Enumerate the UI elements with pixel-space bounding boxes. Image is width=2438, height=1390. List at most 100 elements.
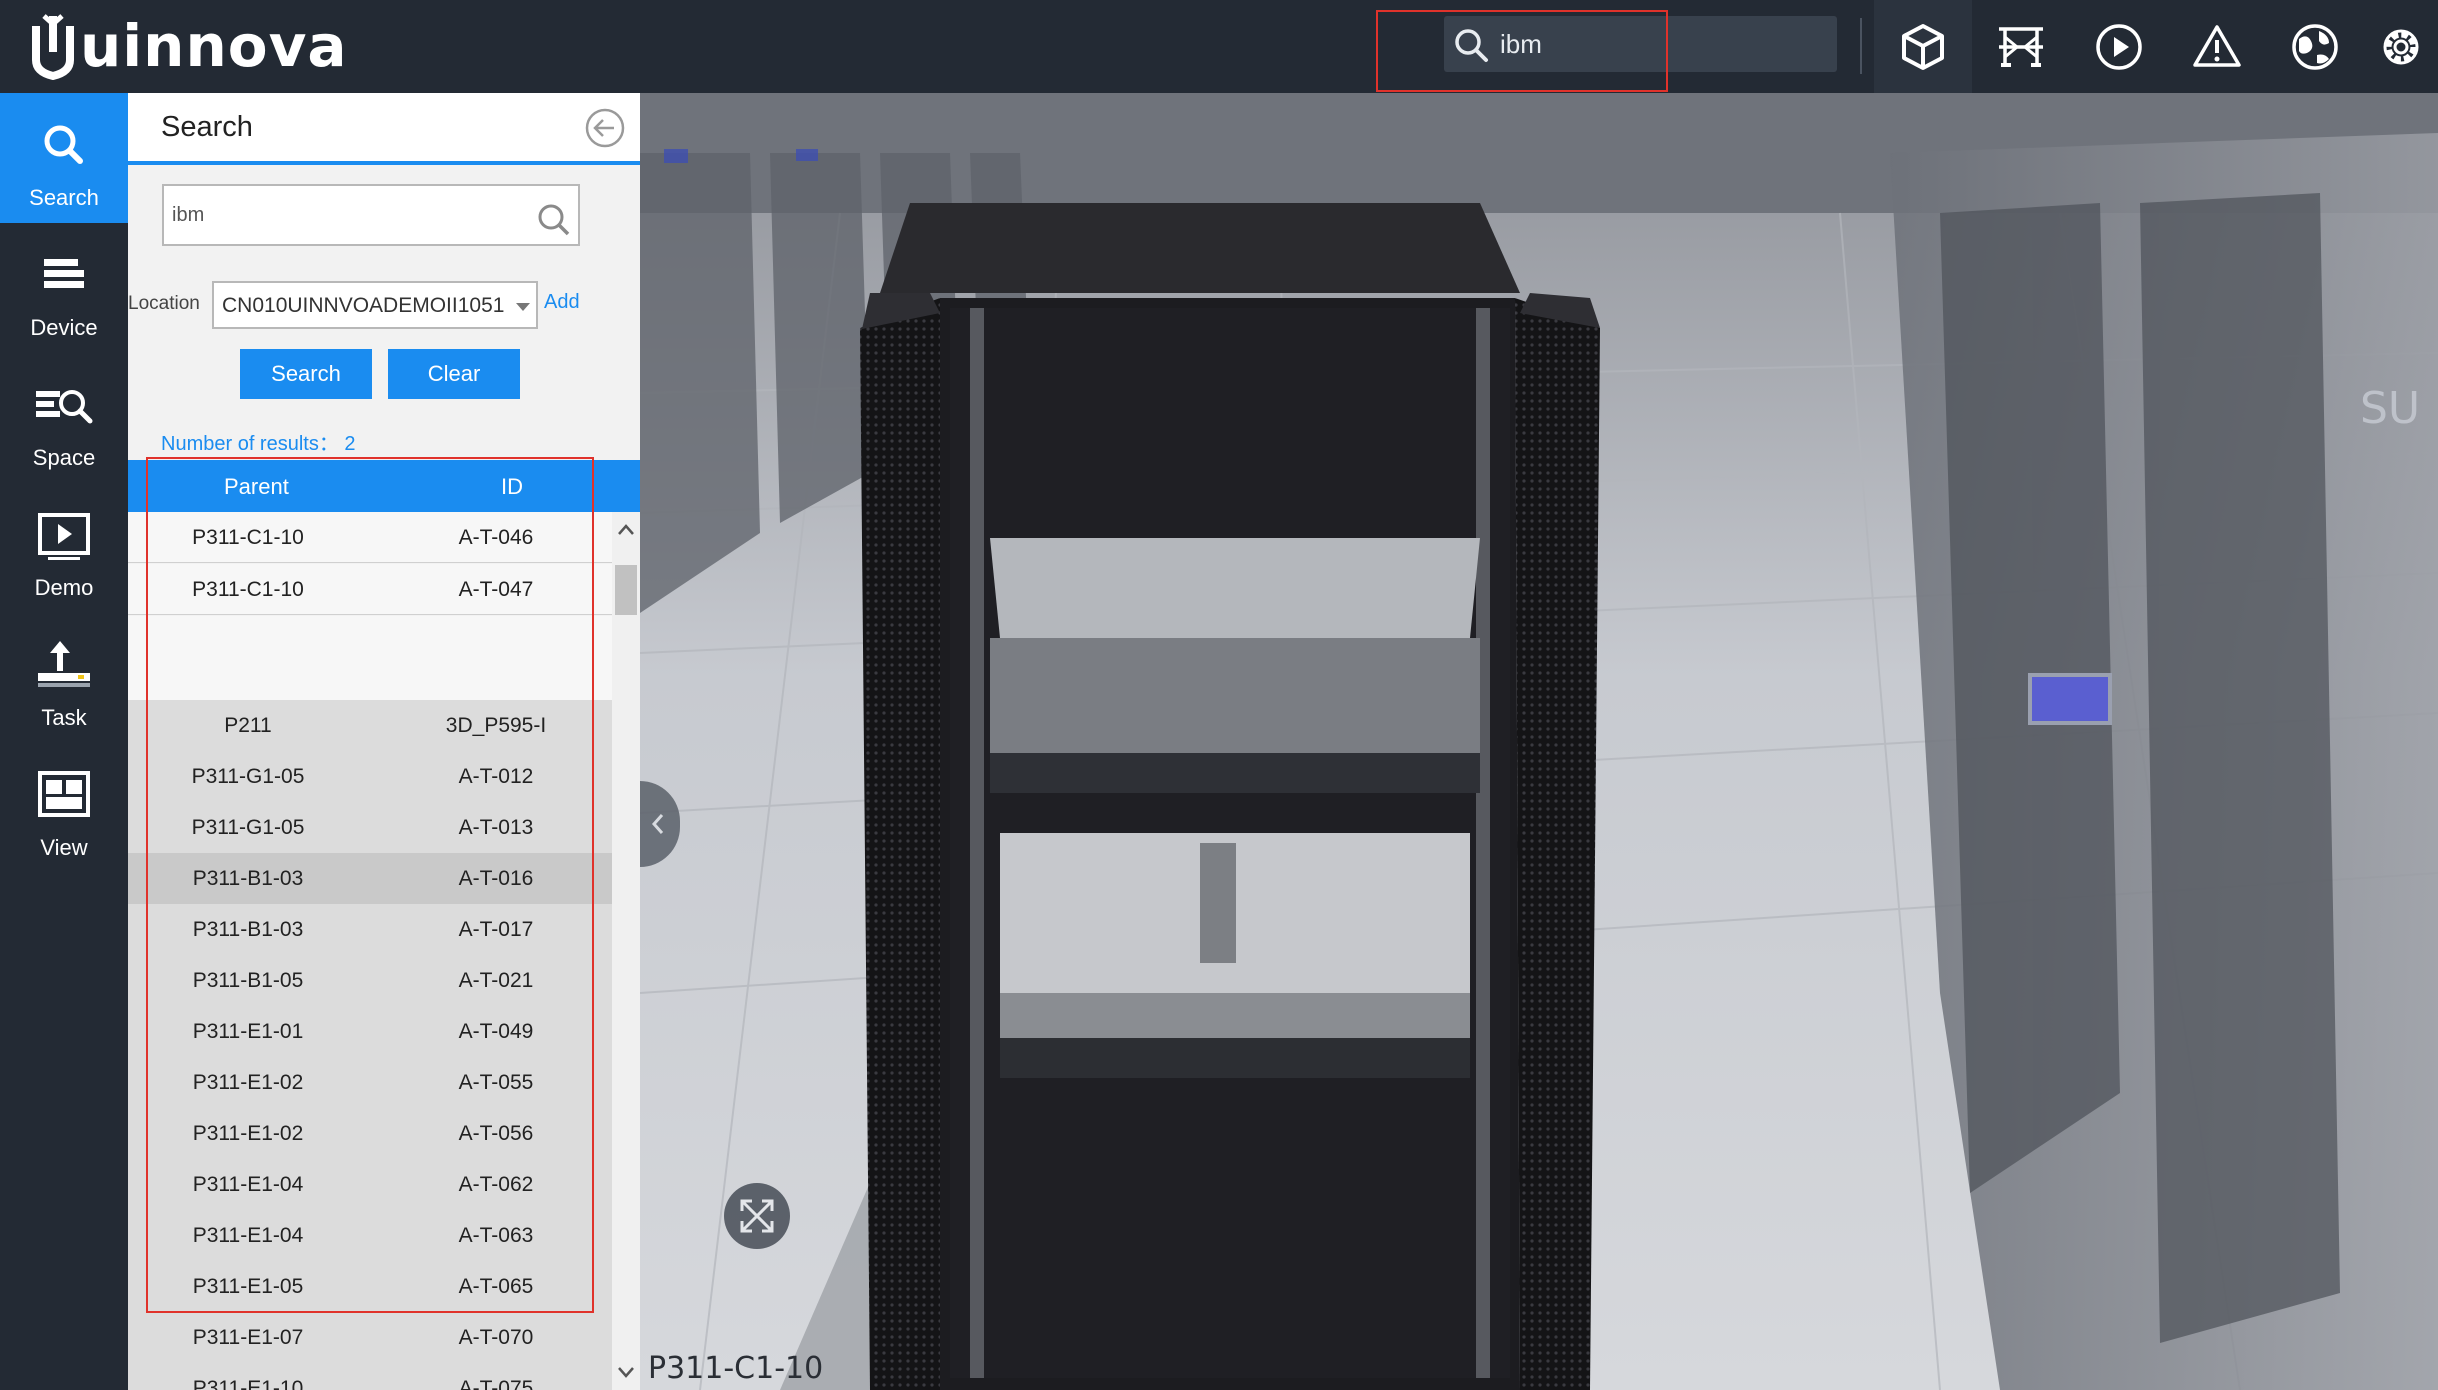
- nav-item-view[interactable]: View: [0, 743, 128, 873]
- floor-plan-icon: [1999, 26, 2043, 67]
- column-header-id[interactable]: ID: [501, 474, 523, 500]
- search-icon[interactable]: [534, 200, 572, 238]
- nav-item-search[interactable]: Search: [0, 93, 128, 223]
- logo-text: uinnova: [80, 12, 348, 80]
- results-scrollbar[interactable]: [612, 512, 640, 1390]
- settings-button[interactable]: [2364, 0, 2438, 93]
- table-row[interactable]: P311-G1-05 A-T-012: [128, 751, 612, 802]
- panel-header: Search: [128, 93, 640, 165]
- column-header-parent[interactable]: Parent: [224, 474, 289, 500]
- chevron-down-icon: [516, 303, 530, 311]
- cell-parent: P311-E1-07: [192, 1326, 304, 1349]
- task-upload-icon: [38, 641, 90, 687]
- scroll-down-icon[interactable]: [616, 1362, 636, 1382]
- table-row[interactable]: P311-E1-04 A-T-063: [128, 1210, 612, 1261]
- globe-button[interactable]: [2266, 0, 2364, 93]
- space-search-icon: [36, 390, 93, 424]
- alert-button[interactable]: [2168, 0, 2266, 93]
- cell-id: A-T-049: [458, 1020, 534, 1043]
- panel-search-field[interactable]: [162, 184, 580, 246]
- results-table-header: Parent ID: [128, 460, 640, 512]
- datacenter-scene: SU: [640, 93, 2438, 1390]
- cell-parent: P311-C1-10: [192, 578, 304, 601]
- chevron-left-icon: [651, 814, 664, 834]
- collapse-panel-button[interactable]: [640, 781, 680, 867]
- panel-search-input[interactable]: [172, 196, 522, 234]
- cell-id: A-T-047: [458, 578, 534, 601]
- search-icon[interactable]: [1452, 26, 1490, 64]
- table-row[interactable]: P311-E1-04 A-T-062: [128, 1159, 612, 1210]
- table-row[interactable]: P211 3D_P595-I: [128, 700, 612, 751]
- cell-id: A-T-056: [458, 1122, 534, 1145]
- cell-id: A-T-055: [458, 1071, 534, 1094]
- table-row[interactable]: P311-E1-05 A-T-065: [128, 1261, 612, 1312]
- scrollbar-thumb[interactable]: [615, 565, 637, 615]
- table-row[interactable]: P311-B1-03 A-T-017: [128, 904, 612, 955]
- settings-icon: [2383, 29, 2419, 64]
- results-table-body: P311-C1-10 A-T-046 P311-C1-10 A-T-047 P2…: [128, 512, 612, 1390]
- globe-icon: [2292, 23, 2338, 70]
- nav-item-label: Search: [29, 185, 99, 210]
- expand-icon: [740, 1199, 774, 1233]
- cell-parent: P311-G1-05: [191, 816, 305, 839]
- cell-parent: P311-E1-02: [192, 1122, 304, 1145]
- cell-id: A-T-075: [458, 1377, 534, 1390]
- location-value: CN010UINNVOADEMOII1051: [222, 294, 505, 317]
- floor-plan-button[interactable]: [1972, 0, 2070, 93]
- nav-item-device[interactable]: Device: [0, 223, 128, 353]
- back-arrow-icon[interactable]: [584, 107, 626, 149]
- cell-id: A-T-012: [458, 765, 534, 788]
- logo: uinnova: [30, 10, 348, 82]
- cube-view-icon: [1902, 23, 1944, 70]
- logo-mark-icon: [32, 14, 74, 80]
- global-search-input[interactable]: [1500, 24, 1820, 64]
- nav-item-label: Space: [32, 445, 96, 470]
- cell-parent: P311-C1-10: [192, 526, 304, 549]
- cell-id: 3D_P595-I: [445, 714, 547, 737]
- cell-parent: P211: [224, 714, 272, 737]
- table-row[interactable]: P311-E1-10 A-T-075: [128, 1363, 612, 1390]
- cell-id: A-T-013: [458, 816, 534, 839]
- cell-parent: P311-E1-04: [192, 1173, 304, 1196]
- table-row[interactable]: P311-G1-05 A-T-013: [128, 802, 612, 853]
- scroll-up-icon[interactable]: [616, 520, 636, 540]
- search-panel: Search Location CN010UINNVOADEMOII1051 A…: [128, 93, 640, 1390]
- cell-parent: P311-E1-02: [192, 1071, 304, 1094]
- table-gap: [128, 616, 612, 700]
- table-row[interactable]: P311-C1-10 A-T-046: [128, 512, 612, 563]
- table-row[interactable]: P311-C1-10 A-T-047: [128, 564, 612, 615]
- table-row[interactable]: P311-B1-03 A-T-016: [128, 853, 612, 904]
- table-row[interactable]: P311-E1-02 A-T-055: [128, 1057, 612, 1108]
- cube-view-button[interactable]: [1874, 0, 1972, 93]
- cell-parent: P311-E1-10: [192, 1377, 304, 1390]
- search-button[interactable]: Search: [240, 349, 372, 399]
- play-button[interactable]: [2070, 0, 2168, 93]
- 3d-viewport[interactable]: SU P311-C1-10: [640, 93, 2438, 1390]
- cell-parent: P311-E1-05: [192, 1275, 304, 1298]
- nav-item-task[interactable]: Task: [0, 613, 128, 743]
- cell-id: A-T-070: [458, 1326, 534, 1349]
- cell-id: A-T-063: [458, 1224, 534, 1247]
- add-location-link[interactable]: Add: [544, 291, 580, 314]
- fullscreen-button[interactable]: [724, 1183, 790, 1249]
- table-row[interactable]: P311-E1-02 A-T-056: [128, 1108, 612, 1159]
- cell-id: A-T-017: [458, 918, 534, 941]
- table-row[interactable]: P311-E1-01 A-T-049: [128, 1006, 612, 1057]
- clear-button[interactable]: Clear: [388, 349, 520, 399]
- location-select[interactable]: CN010UINNVOADEMOII1051: [212, 281, 538, 329]
- cell-parent: P311-B1-03: [192, 867, 304, 890]
- table-row[interactable]: P311-B1-05 A-T-021: [128, 955, 612, 1006]
- nav-item-demo[interactable]: Demo: [0, 483, 128, 613]
- results-count: Number of results： 2: [161, 433, 356, 455]
- cell-id: A-T-046: [458, 526, 534, 549]
- nav-item-space[interactable]: Space: [0, 353, 128, 483]
- view-grid-icon: [38, 771, 90, 817]
- demo-play-icon: [38, 513, 90, 560]
- nav-item-label: Device: [30, 315, 98, 340]
- top-bar: uinnova: [0, 0, 2438, 93]
- alert-icon: [2193, 24, 2241, 67]
- global-search-box[interactable]: [1444, 16, 1837, 72]
- location-label: Location: [128, 293, 200, 314]
- table-row[interactable]: P311-E1-07 A-T-070: [128, 1312, 612, 1363]
- cell-id: A-T-021: [458, 969, 534, 992]
